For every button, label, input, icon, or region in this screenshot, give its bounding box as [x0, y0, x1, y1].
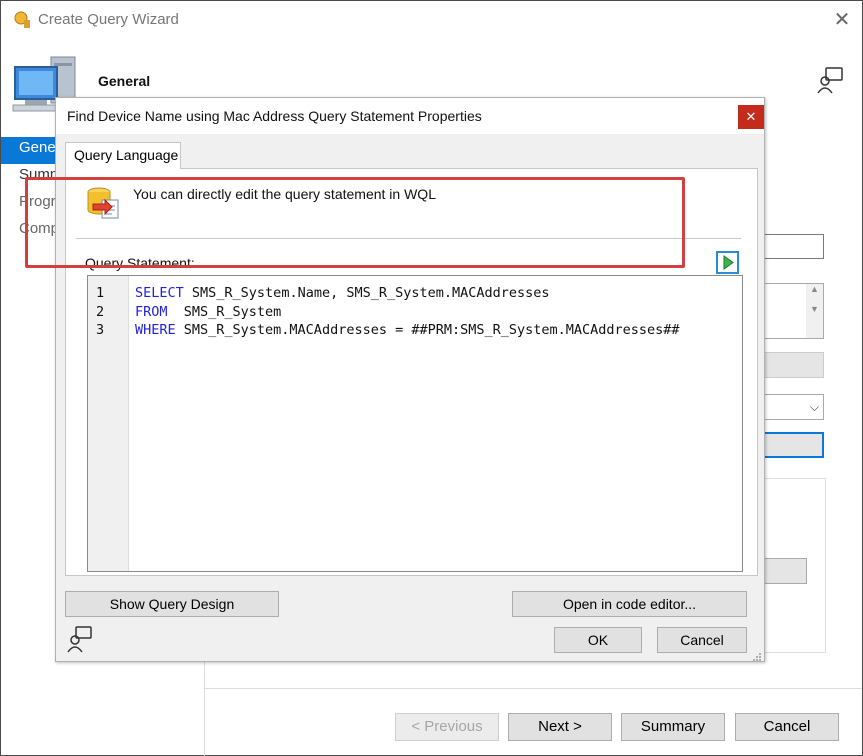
nav-item-summary[interactable]: Summary — [1, 164, 63, 191]
wizard-nav: General Summary Progress Completion — [1, 137, 63, 245]
nav-item-progress[interactable]: Progress — [1, 191, 63, 218]
dialog-titlebar: Find Device Name using Mac Address Query… — [56, 98, 764, 134]
wizard-titlebar: Create Query Wizard ✕ — [1, 1, 862, 39]
help-person-icon[interactable] — [66, 625, 94, 653]
previous-button[interactable]: < Previous — [395, 713, 499, 741]
code-text: SMS_R_System — [167, 303, 282, 320]
code-line: 2 FROM SMS_R_System — [88, 303, 680, 322]
summary-button[interactable]: Summary — [621, 713, 725, 741]
divider — [76, 238, 741, 239]
code-line: 3 WHERE SMS_R_System.MACAddresses = ##PRM… — [88, 321, 680, 340]
code-line: 1 SELECT SMS_R_System.Name, SMS_R_System.… — [88, 284, 680, 303]
query-statement-label: Query Statement: — [85, 255, 195, 271]
info-text: You can directly edit the query statemen… — [133, 186, 436, 202]
divider — [204, 688, 862, 689]
background-text-input[interactable] — [764, 234, 824, 259]
divider — [204, 661, 205, 756]
query-language-panel: You can directly edit the query statemen… — [65, 168, 758, 576]
resize-grip-icon[interactable] — [750, 650, 762, 662]
background-dropdown[interactable]: ⌵ — [764, 394, 824, 420]
dialog-close-icon[interactable]: ✕ — [738, 105, 764, 129]
dialog-title: Find Device Name using Mac Address Query… — [67, 108, 482, 124]
line-number: 1 — [96, 285, 105, 301]
nav-item-completion[interactable]: Completion — [1, 218, 63, 245]
background-list[interactable]: ▲ ▼ — [764, 283, 824, 339]
open-in-code-editor-button[interactable]: Open in code editor... — [512, 591, 747, 617]
code-content: 1 SELECT SMS_R_System.Name, SMS_R_System.… — [88, 284, 680, 340]
sql-keyword: SELECT — [135, 285, 184, 301]
background-focused-button[interactable] — [764, 432, 824, 458]
nav-item-general[interactable]: General — [1, 137, 63, 164]
run-query-icon[interactable] — [716, 251, 739, 274]
dialog-cancel-button[interactable]: Cancel — [657, 627, 747, 653]
scrollbar[interactable]: ▲ ▼ — [806, 284, 823, 338]
query-code-editor[interactable]: 1 SELECT SMS_R_System.Name, SMS_R_System.… — [87, 275, 743, 572]
query-statement-properties-dialog: Find Device Name using Mac Address Query… — [55, 97, 765, 662]
next-button[interactable]: Next > — [508, 713, 612, 741]
wizard-close-icon[interactable]: ✕ — [829, 7, 855, 33]
code-text: SMS_R_System.Name, SMS_R_System.MACAddre… — [183, 285, 550, 301]
sql-keyword: WHERE — [135, 322, 176, 338]
line-number: 2 — [96, 303, 105, 320]
tab-query-language[interactable]: Query Language — [65, 142, 181, 169]
help-person-icon[interactable] — [815, 65, 845, 95]
show-query-design-button[interactable]: Show Query Design — [65, 591, 279, 617]
wizard-title: Create Query Wizard — [38, 11, 179, 28]
background-button[interactable] — [764, 352, 824, 378]
wizard-app-icon — [14, 11, 30, 28]
chevron-down-icon: ⌵ — [809, 400, 819, 414]
ok-button[interactable]: OK — [554, 627, 642, 653]
wizard-heading: General — [98, 73, 151, 89]
wizard-cancel-button[interactable]: Cancel — [735, 713, 839, 741]
database-edit-icon — [87, 187, 119, 219]
line-number: 3 — [96, 322, 105, 338]
background-button-2[interactable] — [764, 558, 807, 584]
code-text: SMS_R_System.MACAddresses = ##PRM:SMS_R_… — [175, 322, 680, 338]
sql-keyword: FROM — [135, 303, 168, 320]
